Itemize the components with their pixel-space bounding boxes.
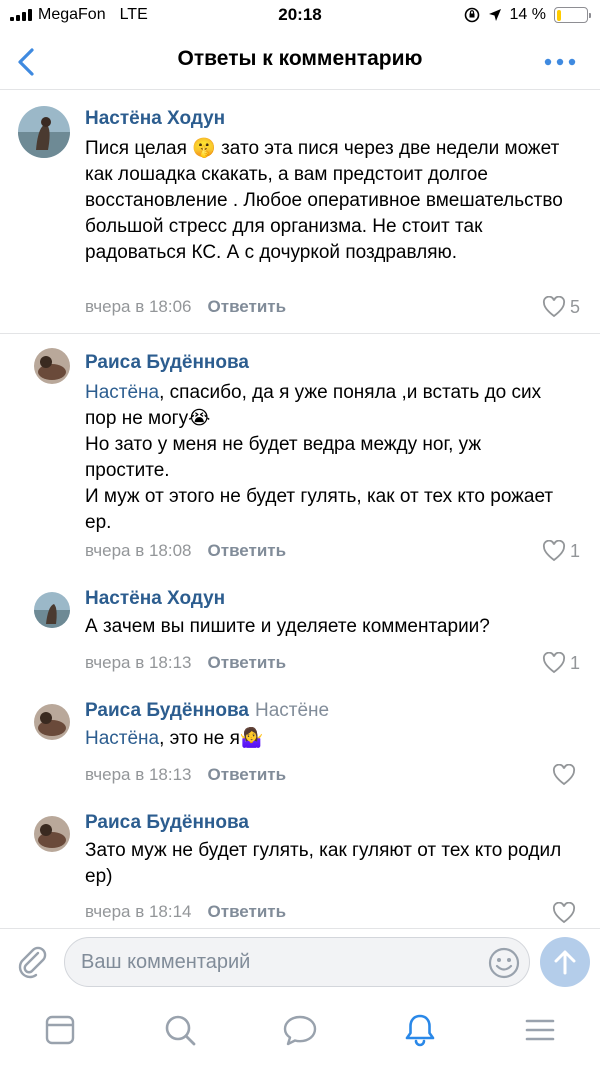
more-horizontal-icon bbox=[544, 58, 576, 66]
author-line: Раиса Будённова bbox=[85, 352, 249, 374]
comment-time: вчера в 18:14 bbox=[85, 902, 192, 921]
emoji-button[interactable] bbox=[487, 946, 521, 980]
author-name[interactable]: Раиса Будённова bbox=[85, 352, 249, 373]
avatar[interactable] bbox=[34, 704, 70, 740]
like-count: 5 bbox=[569, 296, 580, 317]
mention-link[interactable]: Настёна bbox=[85, 728, 159, 749]
like-count: 1 bbox=[569, 540, 580, 561]
comment-text: Настёна, это не я🤷‍♀️ bbox=[85, 726, 570, 752]
author-line: Настёна Ходун bbox=[85, 588, 225, 610]
comment-time: вчера в 18:06 bbox=[85, 297, 192, 316]
send-button[interactable] bbox=[540, 937, 590, 987]
reply-button[interactable]: Ответить bbox=[208, 765, 287, 784]
author-line: Настёна Ходун bbox=[85, 108, 225, 130]
comment-input-box bbox=[64, 937, 530, 987]
avatar[interactable] bbox=[34, 348, 70, 384]
heart-icon bbox=[552, 764, 576, 786]
reply-button[interactable]: Ответить bbox=[208, 653, 287, 672]
comment-time: вчера в 18:13 bbox=[85, 765, 192, 784]
battery-icon bbox=[554, 7, 591, 23]
reply-button[interactable]: Ответить bbox=[208, 297, 287, 316]
search-icon bbox=[165, 1015, 196, 1046]
avatar[interactable] bbox=[34, 816, 70, 852]
reply-button[interactable]: Ответить bbox=[208, 541, 287, 560]
author-name[interactable]: Раиса Будённова bbox=[85, 700, 249, 721]
heart-icon bbox=[542, 652, 566, 674]
battery-level bbox=[556, 9, 561, 21]
author-name[interactable]: Настёна Ходун bbox=[85, 108, 225, 129]
like-count: 1 bbox=[569, 652, 580, 673]
like-button[interactable]: 1 bbox=[542, 540, 580, 562]
comment-text: А зачем вы пишите и уделяете комментарии… bbox=[85, 616, 490, 637]
reply-button[interactable]: Ответить bbox=[208, 902, 287, 921]
news-icon bbox=[45, 1015, 75, 1045]
tab-bar bbox=[0, 996, 600, 1066]
paperclip-icon bbox=[18, 946, 47, 979]
comment-body: , спасибо, да я уже поняла ,и встать до … bbox=[85, 382, 554, 533]
heart-icon bbox=[542, 296, 566, 318]
reply-to-label[interactable]: Настёне bbox=[255, 700, 329, 721]
comment-reply: Раиса Будённова Настёна, спасибо, да я у… bbox=[0, 334, 600, 582]
comment-root: Настёна Ходун Пися целая 🤫 зато эта пися… bbox=[0, 90, 600, 334]
author-line: Раиса Будённова bbox=[85, 812, 249, 834]
arrow-up-icon bbox=[554, 950, 576, 975]
comment-meta: вчера в 18:13 Ответить bbox=[85, 653, 286, 673]
mention-link[interactable]: Настёна bbox=[85, 382, 159, 403]
author-name[interactable]: Настёна Ходун bbox=[85, 588, 225, 609]
tab-search[interactable] bbox=[162, 1012, 198, 1048]
battery-percent: 14 % bbox=[509, 6, 546, 23]
avatar[interactable] bbox=[34, 592, 70, 628]
heart-icon bbox=[542, 540, 566, 562]
comment-reply: Раиса Будённова Настёне Настёна, это не я… bbox=[0, 694, 600, 806]
tab-news[interactable] bbox=[42, 1012, 78, 1048]
author-name[interactable]: Раиса Будённова bbox=[85, 812, 249, 833]
tab-menu[interactable] bbox=[522, 1012, 558, 1048]
like-button[interactable] bbox=[552, 902, 580, 924]
rotation-lock-icon bbox=[464, 7, 479, 23]
comment-text: Зато муж не будет гулять, как гуляют от … bbox=[85, 840, 562, 887]
tab-messages[interactable] bbox=[282, 1012, 318, 1048]
menu-icon bbox=[525, 1019, 555, 1041]
status-right: 14 % bbox=[464, 6, 591, 24]
attach-button[interactable] bbox=[14, 943, 50, 979]
comment-meta: вчера в 18:08 Ответить bbox=[85, 541, 286, 561]
comment-meta: вчера в 18:13 Ответить bbox=[85, 765, 286, 785]
messages-icon bbox=[283, 1015, 317, 1046]
header: Ответы к комментарию bbox=[0, 34, 600, 90]
avatar[interactable] bbox=[18, 106, 70, 158]
like-button[interactable] bbox=[552, 764, 580, 786]
comment-text: Пися целая 🤫 зато эта пися через две нед… bbox=[85, 138, 563, 263]
comment-reply: Настёна Ходун А зачем вы пишите и уделяе… bbox=[0, 582, 600, 694]
more-button[interactable] bbox=[540, 52, 580, 72]
location-icon bbox=[488, 9, 501, 21]
tab-notifications[interactable] bbox=[402, 1012, 438, 1048]
comment-time: вчера в 18:13 bbox=[85, 653, 192, 672]
comment-input[interactable] bbox=[81, 938, 481, 986]
comment-meta: вчера в 18:06 Ответить bbox=[85, 297, 286, 317]
heart-icon bbox=[552, 902, 576, 924]
comment-meta: вчера в 18:14 Ответить bbox=[85, 902, 286, 922]
comment-time: вчера в 18:08 bbox=[85, 541, 192, 560]
notifications-icon bbox=[405, 1014, 435, 1047]
comment-composer bbox=[0, 928, 600, 996]
status-bar: MegaFon LTE 20:18 14 % bbox=[0, 0, 600, 34]
smiley-icon bbox=[488, 947, 520, 979]
comment-reply: Раиса Будённова Зато муж не будет гулять… bbox=[0, 806, 600, 928]
comment-text: Настёна, спасибо, да я уже поняла ,и вст… bbox=[85, 380, 570, 536]
like-button[interactable]: 1 bbox=[542, 652, 580, 674]
author-line: Раиса Будённова Настёне bbox=[85, 700, 329, 722]
page-title: Ответы к комментарию bbox=[177, 47, 423, 70]
comments-list: Настёна Ходун Пися целая 🤫 зато эта пися… bbox=[0, 90, 600, 928]
like-button[interactable]: 5 bbox=[542, 296, 580, 318]
comment-body: , это не я🤷‍♀️ bbox=[159, 728, 264, 749]
